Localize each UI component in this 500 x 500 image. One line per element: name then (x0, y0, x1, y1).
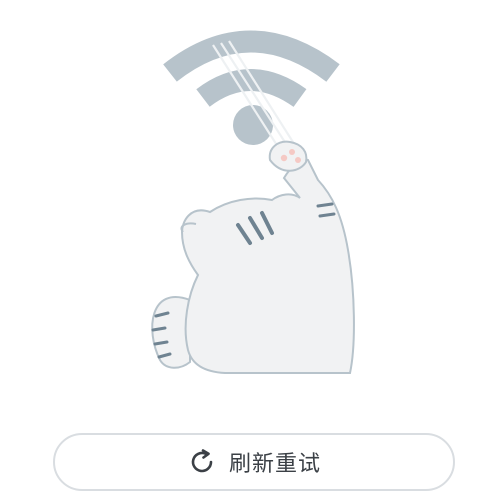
wifi-icon (163, 30, 340, 145)
refresh-icon (187, 447, 217, 477)
refresh-retry-button[interactable]: 刷新重试 (53, 433, 455, 491)
cat-illustration (151, 140, 355, 374)
cat-wifi-illustration (151, 30, 355, 374)
network-error-page: 刷新重试 (0, 0, 500, 500)
retry-label: 刷新重试 (228, 452, 321, 477)
